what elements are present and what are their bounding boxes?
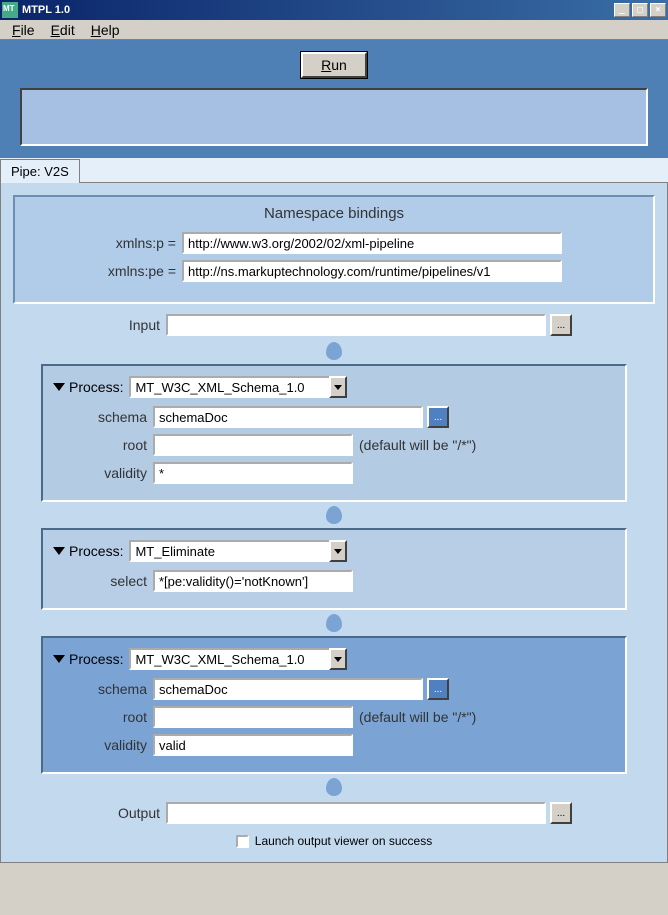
schema-browse-button-1[interactable]: ... bbox=[427, 406, 449, 428]
tab-pipe[interactable]: Pipe: V2S bbox=[0, 159, 80, 183]
process-box-2: Process: select bbox=[41, 528, 627, 610]
input-validity-3[interactable] bbox=[153, 734, 353, 756]
input-schema-1[interactable] bbox=[153, 406, 423, 428]
namespace-heading: Namespace bindings bbox=[27, 205, 641, 222]
title-bar: MTPL 1.0 _ □ × bbox=[0, 0, 668, 20]
label-xmlns-p: xmlns:p = bbox=[27, 235, 182, 251]
process-box-1: Process: schema ... root (default will b… bbox=[41, 364, 627, 502]
process-type-dropdown-2[interactable] bbox=[329, 540, 347, 562]
output-file-field[interactable] bbox=[166, 802, 546, 824]
label-xmlns-pe: xmlns:pe = bbox=[27, 263, 182, 279]
run-button[interactable]: Run bbox=[301, 52, 367, 78]
connector-icon bbox=[326, 342, 342, 360]
maximize-button[interactable]: □ bbox=[632, 3, 648, 17]
connector-icon bbox=[326, 614, 342, 632]
process-label-3: Process: bbox=[69, 651, 123, 667]
toolbar-area: Run bbox=[0, 40, 668, 158]
menu-file[interactable]: File bbox=[4, 20, 43, 40]
connector-icon bbox=[326, 778, 342, 796]
connector-icon bbox=[326, 506, 342, 524]
output-console bbox=[20, 88, 648, 146]
launch-viewer-label: Launch output viewer on success bbox=[255, 834, 432, 848]
label-validity-1: validity bbox=[53, 465, 153, 481]
collapse-toggle-2[interactable] bbox=[53, 547, 65, 555]
output-browse-button[interactable]: ... bbox=[550, 802, 572, 824]
schema-browse-button-3[interactable]: ... bbox=[427, 678, 449, 700]
input-select-2[interactable] bbox=[153, 570, 353, 592]
tab-content: Namespace bindings xmlns:p = xmlns:pe = … bbox=[0, 182, 668, 863]
namespace-bindings-box: Namespace bindings xmlns:p = xmlns:pe = bbox=[13, 195, 655, 304]
app-icon bbox=[2, 2, 18, 18]
menu-help[interactable]: Help bbox=[83, 20, 128, 40]
label-validity-3: validity bbox=[53, 737, 153, 753]
process-label-1: Process: bbox=[69, 379, 123, 395]
process-type-select-1[interactable] bbox=[129, 376, 329, 398]
menu-bar: File Edit Help bbox=[0, 20, 668, 40]
process-box-3: Process: schema ... root (default will b… bbox=[41, 636, 627, 774]
input-root-3[interactable] bbox=[153, 706, 353, 728]
hint-root-1: (default will be "/*") bbox=[359, 437, 476, 453]
process-type-dropdown-1[interactable] bbox=[329, 376, 347, 398]
label-select-2: select bbox=[53, 573, 153, 589]
label-root-1: root bbox=[53, 437, 153, 453]
input-xmlns-p[interactable] bbox=[182, 232, 562, 254]
label-output: Output bbox=[11, 805, 166, 821]
label-input: Input bbox=[11, 317, 166, 333]
close-button[interactable]: × bbox=[650, 3, 666, 17]
input-schema-3[interactable] bbox=[153, 678, 423, 700]
input-browse-button[interactable]: ... bbox=[550, 314, 572, 336]
label-schema-1: schema bbox=[53, 409, 153, 425]
process-label-2: Process: bbox=[69, 543, 123, 559]
process-type-dropdown-3[interactable] bbox=[329, 648, 347, 670]
input-xmlns-pe[interactable] bbox=[182, 260, 562, 282]
process-type-select-2[interactable] bbox=[129, 540, 329, 562]
hint-root-3: (default will be "/*") bbox=[359, 709, 476, 725]
collapse-toggle-1[interactable] bbox=[53, 383, 65, 391]
input-file-field[interactable] bbox=[166, 314, 546, 336]
label-root-3: root bbox=[53, 709, 153, 725]
window-title: MTPL 1.0 bbox=[22, 4, 614, 16]
minimize-button[interactable]: _ bbox=[614, 3, 630, 17]
process-type-select-3[interactable] bbox=[129, 648, 329, 670]
launch-viewer-checkbox[interactable] bbox=[236, 835, 249, 848]
label-schema-3: schema bbox=[53, 681, 153, 697]
input-root-1[interactable] bbox=[153, 434, 353, 456]
menu-edit[interactable]: Edit bbox=[43, 20, 83, 40]
input-validity-1[interactable] bbox=[153, 462, 353, 484]
collapse-toggle-3[interactable] bbox=[53, 655, 65, 663]
